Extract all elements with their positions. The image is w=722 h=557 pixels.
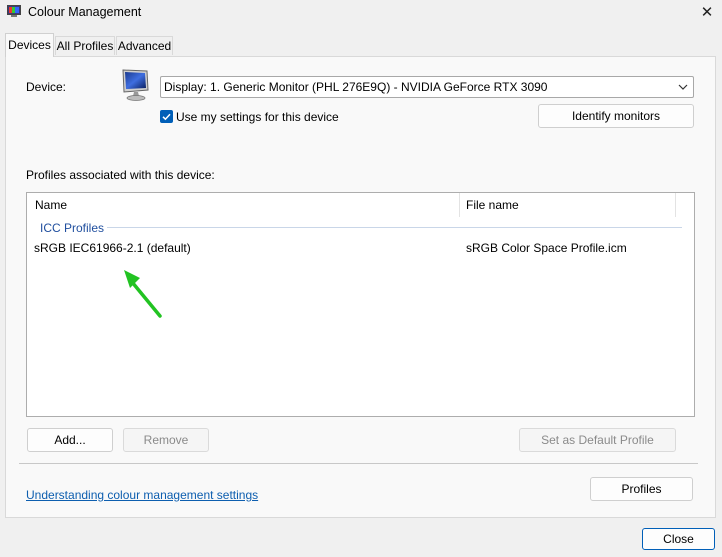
use-settings-checkbox[interactable] (160, 110, 173, 123)
title-bar: Colour Management ✕ (0, 0, 722, 26)
chevron-down-icon (678, 84, 688, 90)
section-divider (19, 463, 698, 464)
group-icc-profiles: ICC Profiles (40, 221, 105, 235)
identify-monitors-button[interactable]: Identify monitors (538, 104, 694, 128)
understanding-colour-management-link[interactable]: Understanding colour management settings (26, 488, 258, 502)
annotation-arrow-icon (124, 270, 162, 318)
set-default-profile-button[interactable]: Set as Default Profile (519, 428, 676, 452)
profiles-button[interactable]: Profiles (590, 477, 693, 501)
tab-all-profiles[interactable]: All Profiles (55, 36, 115, 55)
remove-button[interactable]: Remove (123, 428, 209, 452)
close-icon[interactable]: ✕ (697, 3, 717, 23)
add-button[interactable]: Add... (27, 428, 113, 452)
dialog-footer (0, 518, 722, 557)
column-header-name[interactable]: Name (35, 198, 67, 212)
group-divider (107, 227, 682, 228)
column-separator[interactable] (459, 193, 460, 217)
close-button[interactable]: Close (642, 528, 715, 550)
profile-row-file[interactable]: sRGB Color Space Profile.icm (466, 241, 627, 255)
device-select[interactable]: Display: 1. Generic Monitor (PHL 276E9Q)… (160, 76, 694, 98)
profile-row-name[interactable]: sRGB IEC61966-2.1 (default) (34, 241, 191, 255)
profiles-section-label: Profiles associated with this device: (26, 168, 215, 182)
checkmark-icon (162, 113, 171, 121)
use-settings-label[interactable]: Use my settings for this device (176, 110, 339, 124)
monitor-icon (122, 69, 149, 101)
tab-devices[interactable]: Devices (5, 33, 54, 57)
colour-management-app-icon (7, 5, 21, 17)
device-select-value: Display: 1. Generic Monitor (PHL 276E9Q)… (164, 80, 548, 94)
device-label: Device: (26, 80, 67, 94)
column-separator[interactable] (675, 193, 676, 217)
column-header-file-name[interactable]: File name (466, 198, 519, 212)
tab-advanced[interactable]: Advanced (116, 36, 173, 55)
window-title: Colour Management (28, 5, 142, 19)
